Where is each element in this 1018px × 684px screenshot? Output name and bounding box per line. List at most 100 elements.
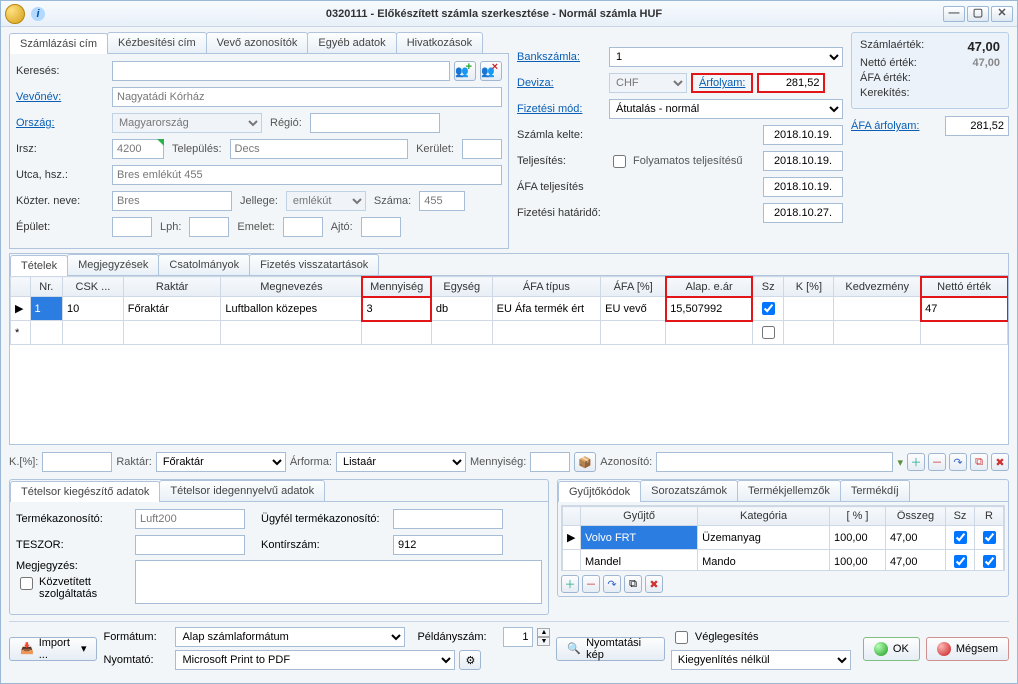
epulet-field[interactable] bbox=[112, 217, 152, 237]
label-vevonev[interactable]: Vevőnév: bbox=[16, 91, 108, 103]
kelte-date[interactable]: 2018.10.19. bbox=[763, 125, 843, 145]
kpct-field[interactable] bbox=[42, 452, 112, 472]
lph-field[interactable] bbox=[189, 217, 229, 237]
row-sz-checkbox[interactable] bbox=[762, 326, 775, 339]
gy-export-icon[interactable]: ↷ bbox=[603, 575, 621, 593]
tab-hivatkozasok[interactable]: Hivatkozások bbox=[396, 32, 483, 53]
export-icon[interactable]: ↷ bbox=[949, 453, 967, 471]
col-alapear[interactable]: Alap. e.ár bbox=[666, 277, 753, 297]
kiegyenlites-select[interactable]: Kiegyenlítés nélkül bbox=[671, 650, 851, 670]
close-button[interactable]: ✕ bbox=[991, 6, 1013, 22]
telepules-field[interactable] bbox=[230, 139, 409, 159]
teljesites-date[interactable]: 2018.10.19. bbox=[763, 151, 843, 171]
megjegyzes-textarea[interactable] bbox=[135, 560, 542, 604]
regio-field[interactable] bbox=[310, 113, 440, 133]
tab-csatolmanyok[interactable]: Csatolmányok bbox=[158, 254, 250, 275]
add-row-icon[interactable]: ＋ bbox=[907, 453, 925, 471]
col-kpct[interactable]: K [%] bbox=[784, 277, 834, 297]
label-afa-arfolyam[interactable]: ÁFA árfolyam: bbox=[851, 120, 919, 132]
kontir-field[interactable] bbox=[393, 535, 503, 555]
col-megnevezes[interactable]: Megnevezés bbox=[221, 277, 362, 297]
row-sz-checkbox[interactable] bbox=[762, 302, 775, 315]
gy-copy-icon[interactable]: ⧉ bbox=[624, 575, 642, 593]
spinner-up-icon[interactable]: ▲ bbox=[537, 628, 550, 637]
add-partner-icon[interactable]: 👥+ bbox=[454, 61, 476, 81]
print-preview-button[interactable]: 🔍 Nyomtatási kép bbox=[556, 637, 665, 661]
ugyfelterm-field[interactable] bbox=[393, 509, 503, 529]
jellege-select[interactable]: emlékút bbox=[286, 191, 366, 211]
bankszamla-select[interactable]: 1 bbox=[609, 47, 843, 67]
afa-arfolyam-field[interactable] bbox=[945, 116, 1009, 136]
col-afapct[interactable]: ÁFA [%] bbox=[601, 277, 666, 297]
label-orszag[interactable]: Ország: bbox=[16, 117, 108, 129]
formatum-select[interactable]: Alap számlaformátum bbox=[175, 627, 405, 647]
tab-kezbesitesi-cim[interactable]: Kézbesítési cím bbox=[107, 32, 207, 53]
col-raktar[interactable]: Raktár bbox=[123, 277, 221, 297]
gy-add-icon[interactable]: ＋ bbox=[561, 575, 579, 593]
emelet-field[interactable] bbox=[283, 217, 323, 237]
printer-settings-icon[interactable]: ⚙ bbox=[459, 650, 481, 670]
afatelj-date[interactable]: 2018.10.19. bbox=[763, 177, 843, 197]
tab-tetelek[interactable]: Tételek bbox=[10, 255, 68, 276]
col-nr[interactable]: Nr. bbox=[30, 277, 63, 297]
import-button[interactable]: 📥 Import ... ▾ bbox=[9, 637, 97, 661]
teszor-field[interactable] bbox=[135, 535, 245, 555]
label-deviza[interactable]: Deviza: bbox=[517, 77, 605, 89]
remove-icon[interactable]: ✖ bbox=[991, 453, 1009, 471]
kozter-field[interactable] bbox=[112, 191, 232, 211]
table-row[interactable]: ▶ 1 10 Főraktár Luftballon közepes 3 db … bbox=[11, 297, 1008, 321]
gy-r-checkbox[interactable] bbox=[983, 555, 996, 568]
table-row[interactable]: ▶ Volvo FRT Üzemanyag 100,00 47,00 bbox=[563, 526, 1004, 550]
gyujto-grid[interactable]: Gyűjtő Kategória [ % ] Összeg Sz R ▶ Vol… bbox=[562, 506, 1004, 571]
fizhat-date[interactable]: 2018.10.27. bbox=[763, 203, 843, 223]
tab-termekdij[interactable]: Termékdíj bbox=[840, 480, 910, 501]
vevonev-field[interactable] bbox=[112, 87, 502, 107]
maximize-button[interactable]: ▢ bbox=[967, 6, 989, 22]
table-row-new[interactable]: * bbox=[11, 321, 1008, 345]
utca-field[interactable] bbox=[112, 165, 502, 185]
cancel-button[interactable]: Mégsem bbox=[926, 637, 1009, 661]
package-icon[interactable]: 📦 bbox=[574, 452, 596, 472]
arfolyam-field[interactable] bbox=[757, 73, 825, 93]
col-afatipus[interactable]: ÁFA típus bbox=[492, 277, 600, 297]
col-kedvezmeny[interactable]: Kedvezmény bbox=[834, 277, 921, 297]
mennyiseg-field[interactable] bbox=[530, 452, 570, 472]
tab-szamlazasi-cim[interactable]: Számlázási cím bbox=[9, 33, 108, 54]
gy-delete-icon[interactable]: － bbox=[582, 575, 600, 593]
fizmod-select[interactable]: Átutalás - normál bbox=[609, 99, 843, 119]
spinner-down-icon[interactable]: ▼ bbox=[537, 637, 550, 646]
info-icon[interactable]: i bbox=[31, 7, 45, 21]
minimize-button[interactable]: — bbox=[943, 6, 965, 22]
azonosito-field[interactable] bbox=[656, 452, 893, 472]
tab-megjegyzesek[interactable]: Megjegyzések bbox=[67, 254, 159, 275]
tab-sorozatszamok[interactable]: Sorozatszámok bbox=[640, 480, 738, 501]
tab-egyeb-adatok[interactable]: Egyéb adatok bbox=[307, 32, 396, 53]
table-row[interactable]: Mandel Mando 100,00 47,00 bbox=[563, 550, 1004, 572]
col-nettoertek[interactable]: Nettó érték bbox=[921, 277, 1008, 297]
kerulet-field[interactable] bbox=[462, 139, 502, 159]
raktar-select[interactable]: Főraktár bbox=[156, 452, 286, 472]
gy-sz-checkbox[interactable] bbox=[954, 531, 967, 544]
tab-tetelsor-kieg[interactable]: Tételsor kiegészítő adatok bbox=[10, 481, 160, 502]
col-mennyiseg[interactable]: Mennyiség bbox=[362, 277, 431, 297]
chevron-down-icon[interactable]: ▾ bbox=[897, 456, 903, 469]
label-fizmod[interactable]: Fizetési mód: bbox=[517, 103, 605, 115]
items-grid[interactable]: Nr. CSK ... Raktár Megnevezés Mennyiség … bbox=[10, 276, 1008, 345]
arforma-select[interactable]: Listaár bbox=[336, 452, 466, 472]
col-egyseg[interactable]: Egység bbox=[431, 277, 492, 297]
peldany-field[interactable] bbox=[503, 627, 533, 647]
gy-r-checkbox[interactable] bbox=[983, 531, 996, 544]
col-sz[interactable]: Sz bbox=[752, 277, 783, 297]
copy-icon[interactable]: ⧉ bbox=[970, 453, 988, 471]
folyamatos-checkbox[interactable] bbox=[613, 155, 626, 168]
gy-sz-checkbox[interactable] bbox=[954, 555, 967, 568]
delete-row-icon[interactable]: － bbox=[928, 453, 946, 471]
nyomtato-select[interactable]: Microsoft Print to PDF bbox=[175, 650, 455, 670]
deviza-select[interactable]: CHF bbox=[609, 73, 687, 93]
gy-remove-icon[interactable]: ✖ bbox=[645, 575, 663, 593]
label-arfolyam[interactable]: Árfolyam: bbox=[691, 73, 753, 93]
ok-button[interactable]: OK bbox=[863, 637, 920, 661]
tab-termekjellemzok[interactable]: Termékjellemzők bbox=[737, 480, 841, 501]
ajto-field[interactable] bbox=[361, 217, 401, 237]
tab-fizetes-visszatartasok[interactable]: Fizetés visszatartások bbox=[249, 254, 379, 275]
